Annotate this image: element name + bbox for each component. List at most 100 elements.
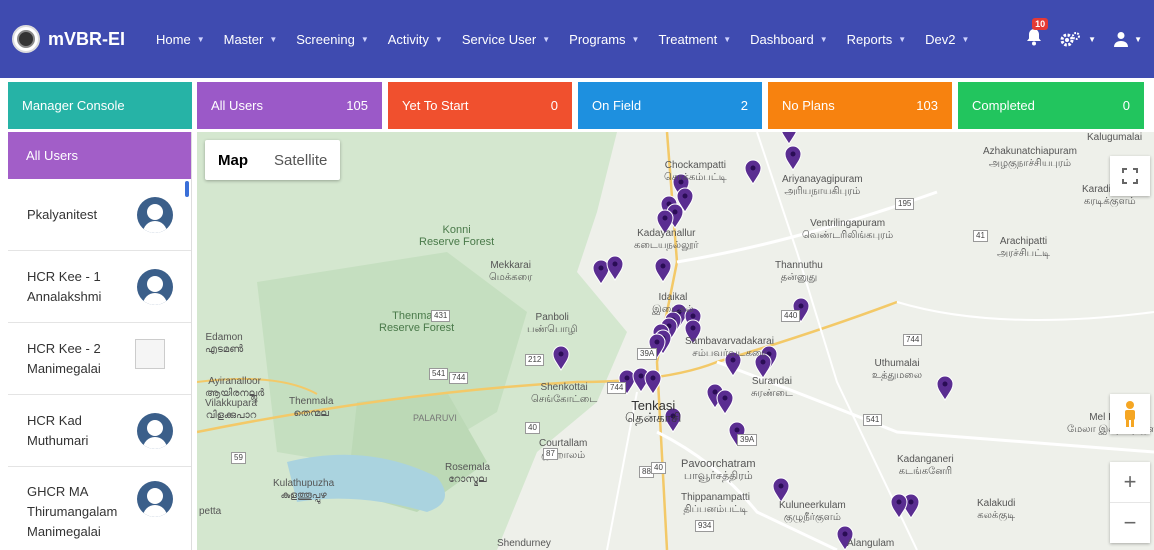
road-shield: 541 xyxy=(429,368,449,380)
map-label: Pavoorchatram பாவூர்சத்திரம் xyxy=(681,458,756,482)
menu-screening[interactable]: Screening ▼ xyxy=(296,32,368,47)
map-marker-dot xyxy=(778,483,784,489)
stat-all-users[interactable]: All Users 105 xyxy=(197,82,382,129)
map-marker-dot xyxy=(722,395,728,401)
map-label: Ariyanayagipuram அரியநாயகிபுரம் xyxy=(782,174,863,197)
road-shield: 744 xyxy=(903,334,923,346)
map-marker-dot xyxy=(690,325,696,331)
map-marker-dot xyxy=(662,215,668,221)
user-list-item[interactable]: GHCR MA Thirumangalam Manimegalai xyxy=(8,467,191,550)
stat-yet-to-start[interactable]: Yet To Start 0 xyxy=(388,82,572,129)
chevron-down-icon: ▼ xyxy=(1134,34,1142,44)
main-menu: Home ▼ Master ▼ Screening ▼ Activity ▼ Servi… xyxy=(156,32,988,47)
stat-on-field[interactable]: On Field 2 xyxy=(578,82,762,129)
broken-image-icon xyxy=(135,339,165,369)
zoom-in-button[interactable]: + xyxy=(1110,463,1150,503)
map-marker-dot xyxy=(650,375,656,381)
road-shield: 934 xyxy=(695,520,715,532)
stat-completed[interactable]: Completed 0 xyxy=(958,82,1144,129)
map-marker-dot xyxy=(790,151,796,157)
sidebar-scrollbar[interactable] xyxy=(185,181,189,197)
map-marker[interactable] xyxy=(784,145,802,171)
stat-no-plans[interactable]: No Plans 103 xyxy=(768,82,952,129)
top-navbar: mVBR-EI Home ▼ Master ▼ Screening ▼ Activit… xyxy=(0,0,1154,78)
map-label: Alangulam xyxy=(847,538,895,549)
street-view-pegman[interactable] xyxy=(1110,394,1150,434)
road-shield: 41 xyxy=(973,230,988,242)
map-label: Azhakunatchiapuram அழகுநாச்சியபுரம் xyxy=(983,146,1077,169)
map-label: Kadanganeri கடங்கனேரி xyxy=(897,454,954,477)
menu-service-user[interactable]: Service User ▼ xyxy=(462,32,550,47)
map-marker-dot xyxy=(942,381,948,387)
menu-programs[interactable]: Programs ▼ xyxy=(569,32,639,47)
road-shield: 59 xyxy=(231,452,246,464)
road-shield: 212 xyxy=(525,354,545,366)
map-marker[interactable] xyxy=(936,375,954,401)
map-label: Vilakkupara വിളക്കുപാറ xyxy=(205,398,258,421)
user-list-item[interactable]: HCR Kee - 1 Annalakshmi xyxy=(8,251,191,323)
map-label: Konni Reserve Forest xyxy=(419,224,495,248)
map-label: Ventrilingapuram வெண்டரிலிங்கபுரம் xyxy=(802,218,894,241)
pegman-icon xyxy=(1125,401,1135,427)
map-marker[interactable] xyxy=(781,132,797,145)
user-list-item[interactable]: HCR Kad Muthumari xyxy=(8,395,191,467)
map-marker-dot xyxy=(598,265,604,271)
map-marker[interactable] xyxy=(606,255,624,281)
menu-dashboard[interactable]: Dashboard ▼ xyxy=(750,32,828,47)
map-label: Kulathupuzha കുളത്തൂപ്പുഴ xyxy=(273,478,335,501)
zoom-out-button[interactable]: − xyxy=(1110,503,1150,543)
menu-dev2[interactable]: Dev2 ▼ xyxy=(925,32,969,47)
map-label: PALARUVI xyxy=(413,413,457,423)
map-label: Rosemala റോസ്മല xyxy=(445,462,491,485)
map-marker[interactable] xyxy=(890,493,908,519)
menu-home[interactable]: Home ▼ xyxy=(156,32,205,47)
brand-name: mVBR-EI xyxy=(48,28,126,49)
bell-icon xyxy=(1027,28,1042,45)
fullscreen-icon xyxy=(1122,168,1138,184)
user-list-item[interactable]: HCR Kee - 2 Manimegalai xyxy=(8,323,191,395)
chevron-down-icon: ▼ xyxy=(961,34,970,44)
fullscreen-button[interactable] xyxy=(1110,156,1150,196)
user-name: HCR Kad Muthumari xyxy=(27,412,89,448)
user-menu-button[interactable]: ▼ xyxy=(1114,31,1142,47)
road-shield: 40 xyxy=(651,462,666,474)
chevron-down-icon: ▼ xyxy=(196,34,205,44)
map-marker-dot xyxy=(750,165,756,171)
map-marker[interactable] xyxy=(654,257,672,283)
road-shield: 39A xyxy=(637,348,658,360)
map-label: Thenmala തെന്മല xyxy=(289,396,334,419)
map-view-button[interactable]: Map xyxy=(205,140,261,180)
map-marker-dot xyxy=(842,531,848,537)
satellite-view-button[interactable]: Satellite xyxy=(261,140,340,180)
map-label: Idaikal இடைகல் xyxy=(652,292,694,315)
map-label: Chockampatti சொக்கம்பட்டி xyxy=(664,160,727,183)
map-type-toggle: Map Satellite xyxy=(205,140,341,180)
settings-button[interactable]: ▼ xyxy=(1060,31,1096,47)
user-list-item[interactable]: Pkalyanitest xyxy=(8,179,191,251)
map-label: Arachipatti அரச்சிபட்டி xyxy=(997,236,1051,259)
user-name: HCR Kee - 2 Manimegalai xyxy=(27,341,101,376)
brand[interactable]: mVBR-EI xyxy=(12,25,138,53)
chevron-down-icon: ▼ xyxy=(819,34,828,44)
map-marker[interactable] xyxy=(744,159,762,185)
chevron-down-icon: ▼ xyxy=(1088,34,1097,44)
sidebar-header[interactable]: All Users xyxy=(8,132,191,179)
map-marker-dot xyxy=(734,427,740,433)
stat-manager-console[interactable]: Manager Console xyxy=(8,82,192,129)
map-label: Kalugumalai xyxy=(1087,132,1143,143)
menu-reports[interactable]: Reports ▼ xyxy=(847,32,906,47)
map-marker-dot xyxy=(612,261,618,267)
menu-master[interactable]: Master ▼ xyxy=(224,32,278,47)
menu-activity[interactable]: Activity ▼ xyxy=(388,32,443,47)
map-view[interactable]: Chockampatti சொக்கம்பட்டி Ariyanayagipura… xyxy=(197,132,1154,550)
map-label: Thannuthu தன்னுது xyxy=(775,260,823,283)
map-marker[interactable] xyxy=(772,477,790,503)
road-shield: 744 xyxy=(607,382,627,394)
avatar xyxy=(137,268,173,305)
map-marker-dot xyxy=(896,499,902,505)
map-marker-dot xyxy=(682,193,688,199)
menu-treatment[interactable]: Treatment ▼ xyxy=(658,32,731,47)
map-marker[interactable] xyxy=(716,389,734,415)
notifications-button[interactable]: 10 xyxy=(1026,17,1049,51)
map-marker-dot xyxy=(638,373,644,379)
